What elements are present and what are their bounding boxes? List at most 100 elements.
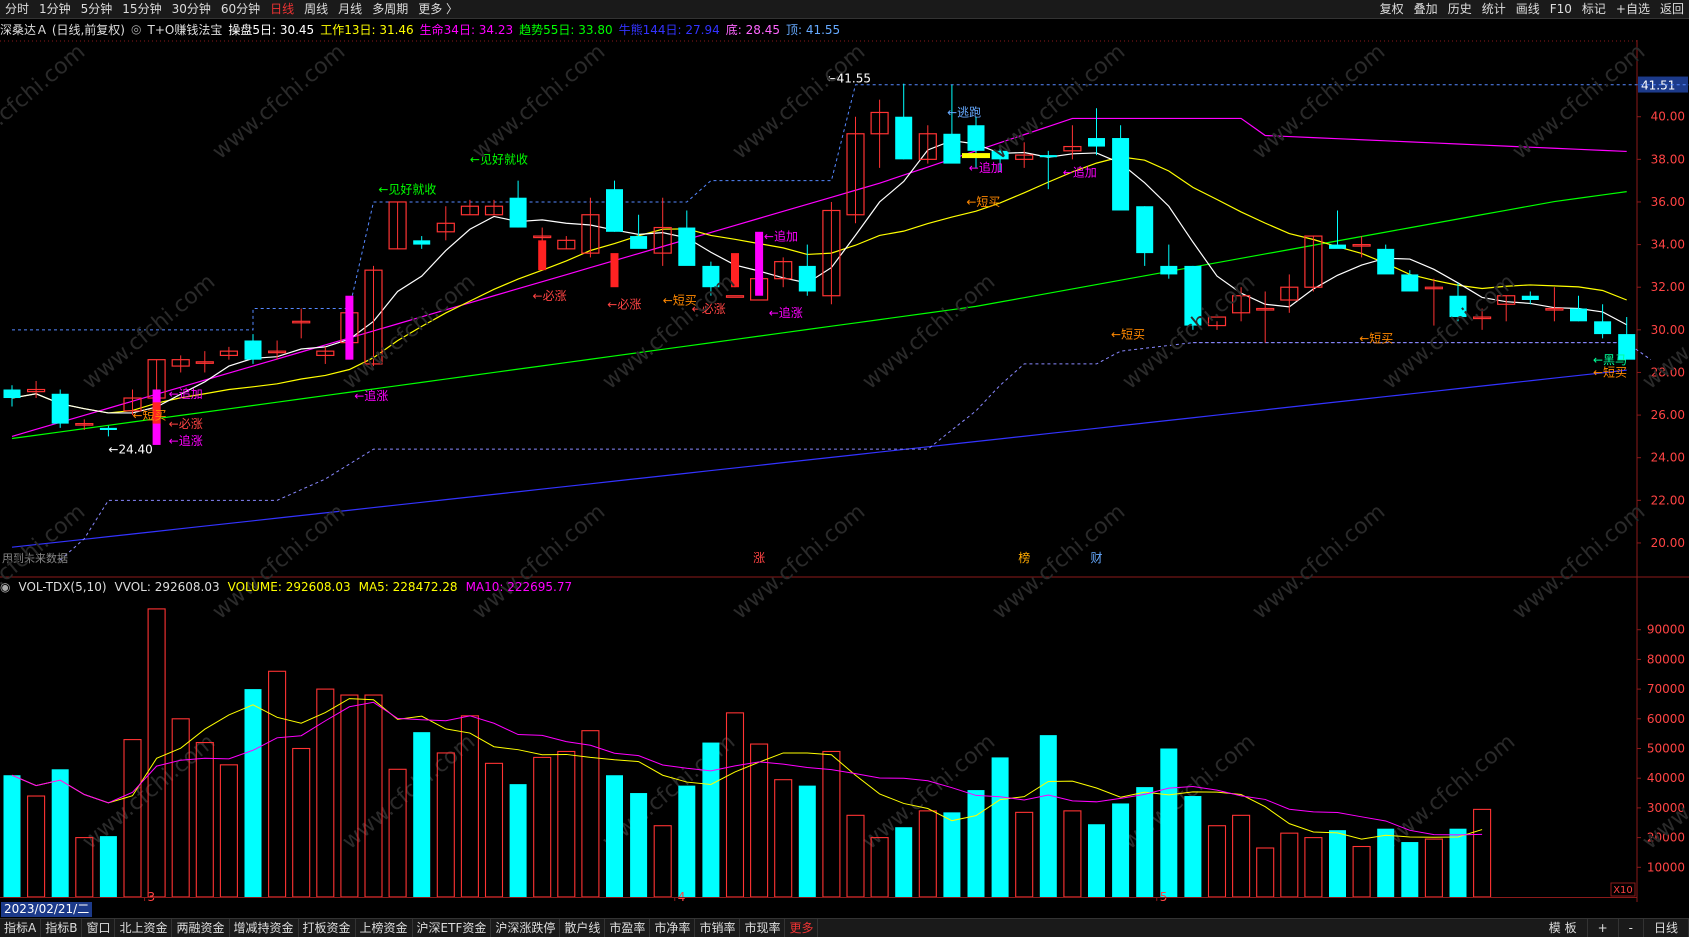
indicator-tab-3[interactable]: 北上资金 <box>115 919 173 937</box>
event-marker: 榜 <box>1018 550 1030 565</box>
period-tab-7[interactable]: 周线 <box>299 0 333 18</box>
volume-bar <box>3 775 21 897</box>
price-tick-label: 38.00 <box>1651 152 1685 166</box>
ma-value-4: 牛熊144日: 27.94 <box>618 22 720 37</box>
period-tab-3[interactable]: 15分钟 <box>117 0 166 18</box>
candle-body <box>1594 321 1612 335</box>
indicator-tab-13[interactable]: 市销率 <box>695 919 741 937</box>
bottom-control-1[interactable]: + <box>1588 919 1619 937</box>
volume-indicator-icon[interactable]: ◉ <box>0 580 10 594</box>
indicator-tab-14[interactable]: 市现率 <box>740 919 786 937</box>
tool-button-3[interactable]: 统计 <box>1477 0 1511 18</box>
indicator-tabs: 指标A 指标B 窗口 北上资金 两融资金 增减持资金 打板资金 上榜资金 沪深ETF资金 沪深涨跌… <box>0 919 819 937</box>
signal-label: ←必涨 <box>169 416 203 431</box>
month-label: 3 <box>148 890 156 902</box>
ma-value-3: 趋势55日: 33.80 <box>519 22 613 37</box>
indicator-tab-10[interactable]: 散户线 <box>560 919 606 937</box>
price-tick-label: 40.00 <box>1651 110 1685 124</box>
indicator-tab-11[interactable]: 市盈率 <box>605 919 651 937</box>
signal-bar <box>345 295 354 360</box>
candle-body <box>1136 206 1154 254</box>
indicator-tab-12[interactable]: 市净率 <box>650 919 696 937</box>
tool-button-0[interactable]: 复权 <box>1375 0 1409 18</box>
month-label: 4 <box>678 890 686 902</box>
candle-body <box>1329 244 1346 249</box>
indicator-tab-9[interactable]: 沪深涨跌停 <box>491 919 561 937</box>
tool-button-5[interactable]: F10 <box>1545 0 1577 18</box>
volume-indicator-name[interactable]: VOL-TDX(5,10) <box>18 580 106 594</box>
bottom-controls: 模 板 + - 日线 <box>1539 919 1689 937</box>
candle-body <box>895 116 913 160</box>
candle-body <box>943 133 961 164</box>
bottom-control-2[interactable]: - <box>1619 919 1644 937</box>
bottom-control-0[interactable]: 模 板 <box>1539 919 1588 937</box>
period-tab-1[interactable]: 1分钟 <box>34 0 76 18</box>
indicator-name[interactable]: T+O赚钱法宝 <box>147 21 222 38</box>
period-tab-6[interactable]: 日线 <box>265 0 299 18</box>
month-label: 5 <box>1160 890 1168 902</box>
indicator-tab-1[interactable]: 指标B <box>41 919 83 937</box>
signal-label: ←必涨 <box>533 288 567 303</box>
indicator-values: 操盘5日: 30.45 工作13日: 31.46 生命34日: 34.23 趋势55日… <box>228 21 846 38</box>
candle-body <box>630 236 648 249</box>
volume-bar <box>678 785 696 897</box>
signal-label: ←追涨 <box>169 433 203 448</box>
indicator-tab-2[interactable]: 窗口 <box>82 919 116 937</box>
candle-body <box>413 240 431 245</box>
volume-bar <box>1088 824 1105 897</box>
ma-value-6: 顶: 41.55 <box>785 22 841 37</box>
period-tab-9[interactable]: 多周期 <box>367 0 413 18</box>
candle-body <box>509 197 527 228</box>
candle-body <box>1039 155 1057 158</box>
volume-bar <box>1136 787 1154 897</box>
tool-button-6[interactable]: 标记 <box>1577 0 1611 18</box>
ma-value-2: 生命34日: 34.23 <box>419 22 514 37</box>
tool-button-4[interactable]: 画线 <box>1511 0 1545 18</box>
tool-button-1[interactable]: 叠加 <box>1409 0 1443 18</box>
candle-body <box>967 125 985 151</box>
last-price-label: 41.51 <box>1641 79 1675 93</box>
signal-label: ←短买 <box>966 195 1000 209</box>
stock-title[interactable]: 深桑达Ａ (日线,前复权) <box>0 21 125 38</box>
volume-bar <box>1377 828 1395 897</box>
volume-value: VOLUME: 292608.03 <box>227 580 351 594</box>
tool-button-7[interactable]: +自选 <box>1611 0 1655 18</box>
tool-button-8[interactable]: 返回 <box>1655 0 1689 18</box>
volume-bar <box>798 785 816 897</box>
indicator-dropdown-icon[interactable]: ◎ <box>131 22 141 36</box>
period-tab-0[interactable]: 分时 <box>0 0 34 18</box>
indicator-tab-7[interactable]: 上榜资金 <box>356 919 413 937</box>
volume-tick-label: 60000 <box>1647 712 1685 726</box>
period-tab-2[interactable]: 5分钟 <box>76 0 118 18</box>
price-tick-label: 30.00 <box>1651 323 1685 337</box>
bottom-indicator-bar: 指标A 指标B 窗口 北上资金 两融资金 增减持资金 打板资金 上榜资金 沪深ETF资金 沪深涨跌… <box>0 918 1689 937</box>
price-tick-label: 26.00 <box>1651 408 1685 422</box>
price-tick-label: 34.00 <box>1651 238 1685 252</box>
period-tab-10[interactable]: 更多 〉 <box>413 0 463 18</box>
candle-body <box>1521 295 1539 300</box>
candle-body <box>1401 274 1419 292</box>
period-tab-8[interactable]: 月线 <box>333 0 367 18</box>
period-tab-5[interactable]: 60分钟 <box>216 0 265 18</box>
indicator-tab-4[interactable]: 两融资金 <box>172 919 230 937</box>
indicator-tab-15[interactable]: 更多 <box>785 919 819 937</box>
period-tabs: 分时 1分钟 5分钟 15分钟 30分钟 60分钟 日线 周线 月线 多周期 更多 〉 <box>0 0 463 18</box>
indicator-tab-8[interactable]: 沪深ETF资金 <box>413 919 492 937</box>
ma-value-1: 工作13日: 31.46 <box>320 22 414 37</box>
candle-body <box>1570 308 1587 322</box>
tool-button-2[interactable]: 历史 <box>1443 0 1477 18</box>
period-tab-4[interactable]: 30分钟 <box>167 0 216 18</box>
tool-buttons: 复权 叠加 历史 统计 画线 F10 标记 +自选 返回 <box>1375 0 1689 18</box>
low-price-label: ←24.40 <box>108 442 152 456</box>
volume-tick-label: 70000 <box>1647 682 1685 696</box>
volume-bar <box>244 689 262 897</box>
signal-label: ←追加 <box>169 386 203 401</box>
indicator-tab-6[interactable]: 打板资金 <box>299 919 356 937</box>
indicator-tab-5[interactable]: 增减持资金 <box>230 919 299 937</box>
volume-bar <box>1039 735 1057 897</box>
volume-tick-label: 40000 <box>1647 771 1685 785</box>
volume-bar <box>702 742 720 897</box>
indicator-tab-0[interactable]: 指标A <box>0 919 42 937</box>
kline-chart[interactable]: 40.0038.0036.0034.0032.0030.0028.0026.00… <box>0 40 1689 902</box>
bottom-control-3[interactable]: 日线 <box>1644 919 1689 937</box>
